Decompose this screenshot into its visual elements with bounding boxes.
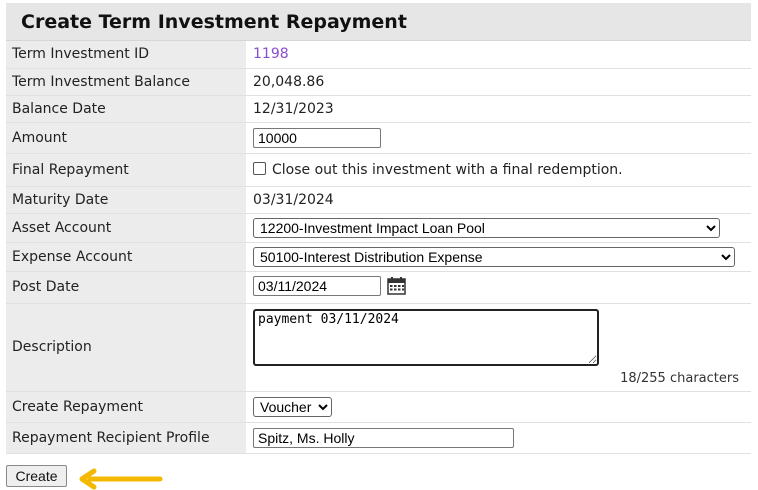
amount-label: Amount [6,122,247,154]
row-maturity-date: Maturity Date 03/31/2024 [6,186,751,214]
term-investment-id-label: Term Investment ID [6,41,247,69]
post-date-input[interactable] [253,276,381,296]
create-button[interactable]: Create [6,465,67,487]
expense-account-label: Expense Account [6,242,247,272]
row-term-investment-id: Term Investment ID 1198 [6,41,751,69]
balance-label: Term Investment Balance [6,68,247,96]
balance-value: 20,048.86 [246,68,751,96]
page-title: Create Term Investment Repayment [6,3,751,41]
amount-input[interactable] [253,127,381,148]
balance-date-label: Balance Date [6,95,247,123]
balance-date-value: 12/31/2023 [246,95,751,123]
final-repayment-checkbox-label[interactable]: Close out this investment with a final r… [272,162,623,178]
description-label: Description [6,303,247,392]
row-expense-account: Expense Account 50100-Interest Distribut… [6,242,751,272]
row-asset-account: Asset Account 12200-Investment Impact Lo… [6,213,751,243]
calendar-icon[interactable] [387,276,406,299]
expense-account-select[interactable]: 50100-Interest Distribution Expense [253,246,735,267]
asset-account-select[interactable]: 12200-Investment Impact Loan Pool [253,217,720,238]
row-amount: Amount [6,122,751,154]
create-term-investment-repayment-form: Create Term Investment Repayment Term In… [6,3,751,454]
maturity-date-value: 03/31/2024 [246,186,751,214]
post-date-label: Post Date [6,271,247,304]
description-textarea[interactable]: payment 03/11/2024 [253,308,599,366]
row-description: Description payment 03/11/2024 18/255 ch… [6,303,751,392]
character-count: 18/255 characters [620,370,739,386]
row-final-repayment: Final Repayment Close out this investmen… [6,153,751,187]
row-recipient-profile: Repayment Recipient Profile [6,422,751,454]
row-post-date: Post Date [6,271,751,304]
term-investment-id-link[interactable]: 1198 [253,46,289,62]
row-balance-date: Balance Date 12/31/2023 [6,95,751,123]
final-repayment-checkbox[interactable] [253,162,266,175]
row-create-repayment: Create Repayment Voucher [6,391,751,423]
maturity-date-label: Maturity Date [6,186,247,214]
create-repayment-label: Create Repayment [6,391,247,423]
form-table: Term Investment ID 1198 Term Investment … [6,41,751,454]
asset-account-label: Asset Account [6,213,247,243]
recipient-profile-input[interactable] [253,427,514,448]
row-balance: Term Investment Balance 20,048.86 [6,68,751,96]
create-repayment-select[interactable]: Voucher [253,396,332,417]
final-repayment-label: Final Repayment [6,153,247,187]
recipient-profile-label: Repayment Recipient Profile [6,422,247,454]
arrow-pointer-icon [79,468,163,490]
